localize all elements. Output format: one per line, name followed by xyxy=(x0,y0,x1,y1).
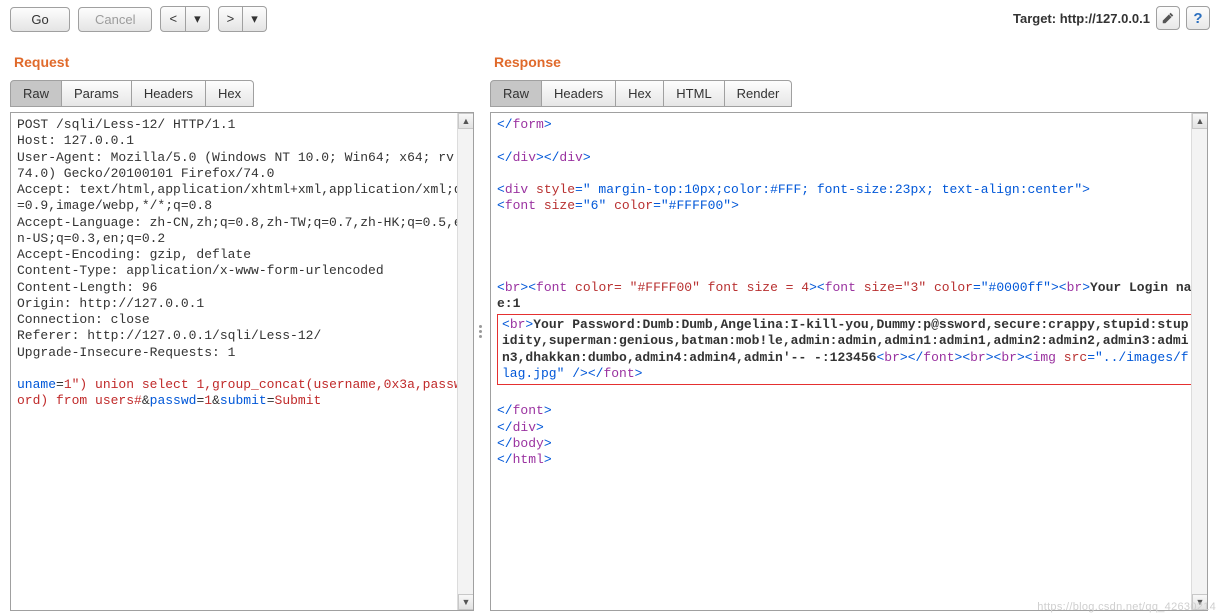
highlighted-result: <br>Your Password:Dumb:Dumb,Angelina:I-k… xyxy=(497,314,1201,385)
tab-hex[interactable]: Hex xyxy=(206,80,254,107)
tab-headers[interactable]: Headers xyxy=(542,80,616,107)
response-raw-text[interactable]: </form> </div></div> <div style=" margin… xyxy=(491,113,1207,472)
next-dropdown[interactable]: ▾ xyxy=(243,6,267,32)
panel-splitter[interactable] xyxy=(476,52,484,611)
chevron-down-icon: ▾ xyxy=(251,11,258,26)
scroll-up-icon[interactable]: ▲ xyxy=(458,113,474,129)
prev-dropdown[interactable]: ▾ xyxy=(186,6,210,32)
help-button[interactable]: ? xyxy=(1186,6,1210,30)
response-title: Response xyxy=(494,54,1208,70)
tab-html[interactable]: HTML xyxy=(664,80,724,107)
tab-raw[interactable]: Raw xyxy=(490,80,542,107)
response-content[interactable]: </form> </div></div> <div style=" margin… xyxy=(490,112,1208,611)
question-icon: ? xyxy=(1193,10,1202,27)
response-tabs: Raw Headers Hex HTML Render xyxy=(490,80,1208,107)
request-title: Request xyxy=(14,54,474,70)
target-label: Target: http://127.0.0.1 xyxy=(1013,11,1150,26)
grip-dot-icon xyxy=(479,335,482,338)
watermark: https://blog.csdn.net/qq_42630214 xyxy=(1037,601,1216,613)
pencil-icon xyxy=(1161,11,1175,25)
request-panel: Request Raw Params Headers Hex POST /sql… xyxy=(10,52,474,611)
tab-render[interactable]: Render xyxy=(725,80,793,107)
request-content[interactable]: POST /sqli/Less-12/ HTTP/1.1 Host: 127.0… xyxy=(10,112,474,611)
next-button-group: > ▾ xyxy=(218,6,267,32)
response-panel: Response Raw Headers Hex HTML Render </f… xyxy=(490,52,1208,611)
arrow-right-icon: > xyxy=(227,11,235,26)
scroll-down-icon[interactable]: ▼ xyxy=(458,594,474,610)
prev-button-group: < ▾ xyxy=(160,6,209,32)
prev-button[interactable]: < xyxy=(160,6,186,32)
top-toolbar: Go Cancel < ▾ > ▾ Target: http://127.0.0… xyxy=(0,0,1220,52)
tab-params[interactable]: Params xyxy=(62,80,132,107)
go-button[interactable]: Go xyxy=(10,7,70,32)
grip-dot-icon xyxy=(479,330,482,333)
tab-hex[interactable]: Hex xyxy=(616,80,664,107)
arrow-left-icon: < xyxy=(169,11,177,26)
cancel-button[interactable]: Cancel xyxy=(78,7,152,32)
chevron-down-icon: ▾ xyxy=(194,11,201,26)
request-tabs: Raw Params Headers Hex xyxy=(10,80,474,107)
tab-headers[interactable]: Headers xyxy=(132,80,206,107)
scroll-up-icon[interactable]: ▲ xyxy=(1192,113,1208,129)
grip-dot-icon xyxy=(479,325,482,328)
toolbar-right: Target: http://127.0.0.1 ? xyxy=(1013,6,1210,30)
toolbar-left: Go Cancel < ▾ > ▾ xyxy=(10,6,267,32)
response-scrollbar[interactable]: ▲ ▼ xyxy=(1191,113,1207,610)
next-button[interactable]: > xyxy=(218,6,244,32)
request-raw-text[interactable]: POST /sqli/Less-12/ HTTP/1.1 Host: 127.0… xyxy=(11,113,473,414)
request-scrollbar[interactable]: ▲ ▼ xyxy=(457,113,473,610)
tab-raw[interactable]: Raw xyxy=(10,80,62,107)
edit-target-button[interactable] xyxy=(1156,6,1180,30)
